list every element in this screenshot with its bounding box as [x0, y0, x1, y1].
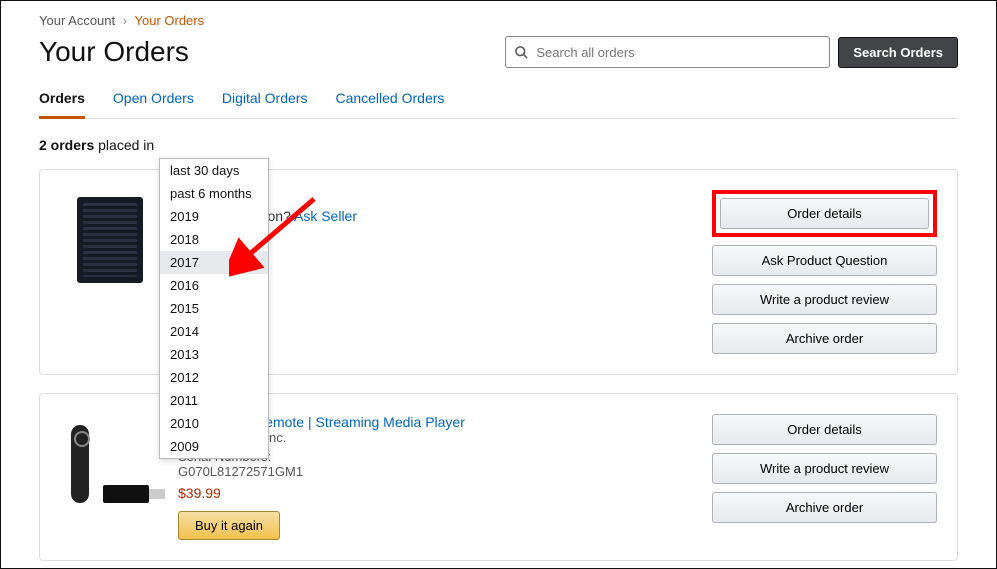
serial-value: G070L81272571GM1 [178, 464, 694, 479]
order-details-button[interactable]: Order details [712, 414, 937, 445]
filter-option[interactable]: 2015 [160, 297, 268, 320]
breadcrumb-separator: › [123, 13, 127, 28]
breadcrumb-root[interactable]: Your Account [39, 13, 115, 28]
search-input[interactable] [534, 44, 821, 61]
tab-open-orders[interactable]: Open Orders [113, 90, 194, 118]
filter-option[interactable]: 2013 [160, 343, 268, 366]
filter-option[interactable]: last 30 days [160, 159, 268, 182]
tab-digital-orders[interactable]: Digital Orders [222, 90, 308, 118]
product-thumbnail[interactable] [60, 190, 160, 290]
page-title: Your Orders [39, 36, 189, 68]
order-tabs: Orders Open Orders Digital Orders Cancelled… [39, 90, 958, 119]
order-actions: Order details Write a product review Archi… [712, 414, 937, 540]
breadcrumb: Your Account › Your Orders [39, 13, 958, 28]
archive-order-button[interactable]: Archive order [712, 492, 937, 523]
highlighted-action: Order details [712, 190, 937, 237]
filter-option[interactable]: 2016 [160, 274, 268, 297]
order-count: 2 orders [39, 137, 94, 153]
filter-option[interactable]: 2019 [160, 205, 268, 228]
product-price: $39.99 [178, 485, 694, 501]
tab-orders[interactable]: Orders [39, 90, 85, 119]
filter-option[interactable]: 2012 [160, 366, 268, 389]
filter-option[interactable]: past 6 months [160, 182, 268, 205]
filter-option[interactable]: 2010 [160, 412, 268, 435]
search-orders-button[interactable]: Search Orders [838, 37, 958, 68]
search-icon [514, 45, 529, 60]
order-actions: Order details Ask Product Question Write a… [712, 190, 937, 354]
ask-seller-link[interactable]: Ask Seller [294, 208, 357, 224]
write-a-product-review-button[interactable]: Write a product review [712, 453, 937, 484]
order-count-suffix: placed in [94, 137, 154, 153]
order-count-line: 2 orders placed in [39, 137, 958, 153]
time-filter-dropdown[interactable]: last 30 dayspast 6 months201920182017201… [159, 158, 269, 459]
product-thumbnail[interactable] [60, 414, 160, 514]
tab-cancelled-orders[interactable]: Cancelled Orders [335, 90, 444, 118]
breadcrumb-current: Your Orders [135, 13, 205, 28]
archive-order-button[interactable]: Archive order [712, 323, 937, 354]
search-input-wrapper[interactable] [505, 36, 830, 68]
write-a-product-review-button[interactable]: Write a product review [712, 284, 937, 315]
filter-option[interactable]: 2018 [160, 228, 268, 251]
ask-product-question-button[interactable]: Ask Product Question [712, 245, 937, 276]
filter-option[interactable]: 2009 [160, 435, 268, 458]
order-details-button[interactable]: Order details [720, 198, 929, 229]
filter-option[interactable]: 2011 [160, 389, 268, 412]
buy-it-again-button[interactable]: Buy it again [178, 511, 280, 540]
filter-option[interactable]: 2014 [160, 320, 268, 343]
filter-option[interactable]: 2017 [160, 251, 268, 274]
